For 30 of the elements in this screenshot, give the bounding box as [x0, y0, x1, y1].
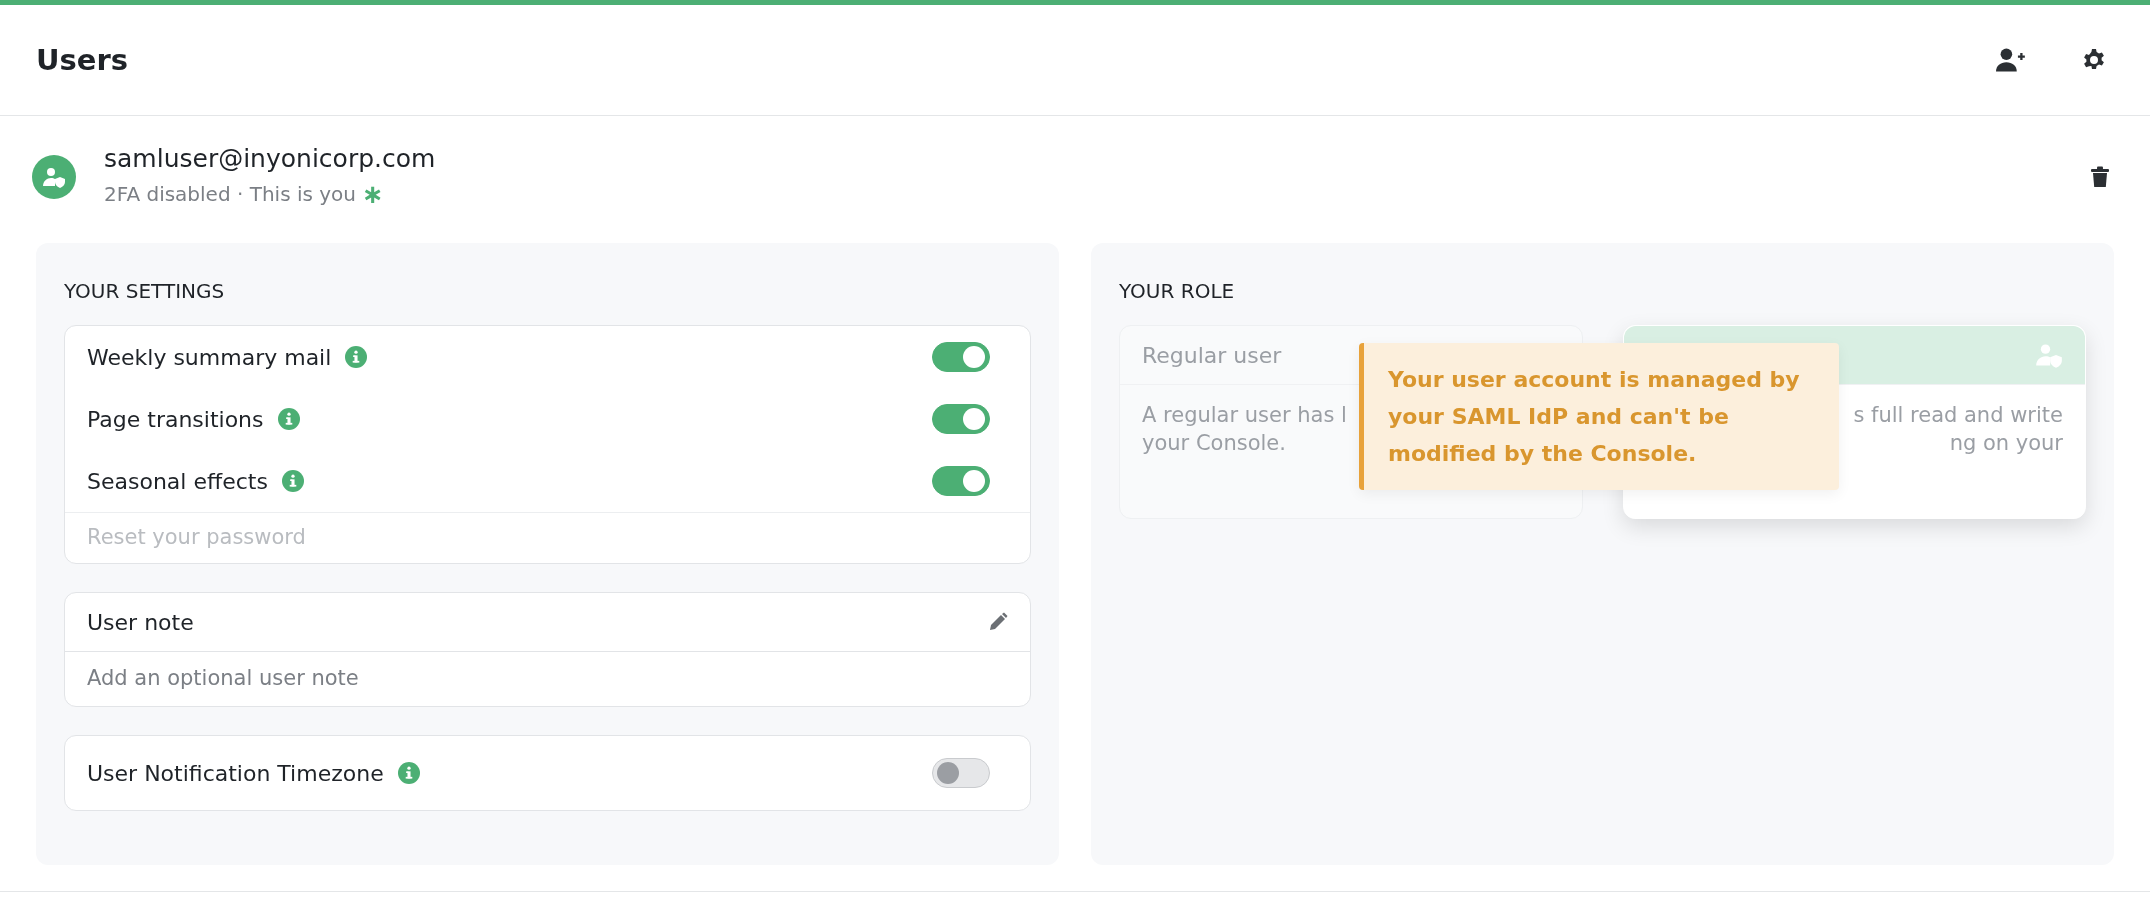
info-icon[interactable]: [277, 408, 300, 430]
reset-password-link[interactable]: Reset your password: [65, 512, 1030, 563]
info-icon[interactable]: [397, 762, 420, 784]
user-email: samluser@inyonicorp.com: [104, 144, 437, 173]
role-description: A regular user has l: [1142, 402, 1347, 429]
section-heading: YOUR ROLE: [1119, 279, 1235, 303]
toggle-switch[interactable]: [932, 342, 990, 372]
toggle-switch[interactable]: [932, 758, 990, 788]
role-description: s full read and write: [1853, 402, 2063, 429]
setting-label: Weekly summary mail: [87, 344, 332, 370]
toggle-switch[interactable]: [932, 404, 990, 434]
info-icon[interactable]: [345, 346, 368, 368]
role-title: Regular user: [1142, 342, 1282, 368]
settings-icon: [2082, 48, 2106, 72]
pencil-icon[interactable]: [988, 612, 1008, 632]
toggle-switch[interactable]: [932, 466, 990, 496]
managed-account-tooltip: Your user account is managed by your SAML IdP and can't be modified by the Console.: [1359, 343, 1839, 490]
note-label: User note: [87, 609, 195, 635]
role-description: your Console.: [1142, 430, 1286, 457]
add-user-icon: [1996, 47, 2026, 73]
setting-label: Page transitions: [87, 406, 264, 432]
info-icon[interactable]: [281, 470, 304, 492]
current-user-marker: ∗: [362, 179, 384, 209]
setting-label: User Notification Timezone: [87, 760, 384, 786]
page-title: Users: [36, 43, 130, 77]
setting-label: Seasonal effects: [87, 468, 268, 494]
section-heading: YOUR SETTINGS: [64, 279, 225, 303]
role-description: ng on your: [1949, 430, 2063, 457]
user-status: 2FA disabled · This is you: [104, 182, 356, 206]
trash-icon: [2090, 165, 2110, 188]
